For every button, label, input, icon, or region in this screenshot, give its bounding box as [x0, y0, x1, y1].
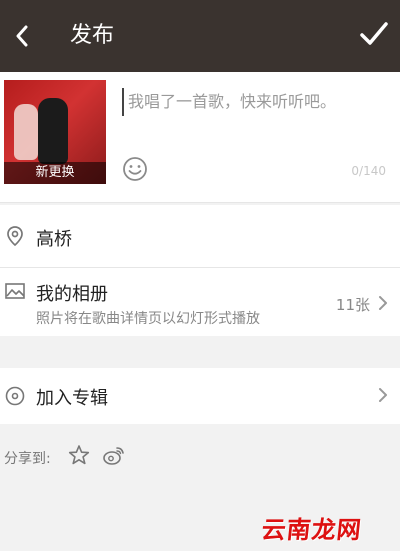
album-description: 照片将在歌曲详情页以幻灯形式播放: [36, 311, 260, 327]
join-album-label: 加入专辑: [36, 388, 108, 409]
watermark-logo: 云南龙网: [260, 515, 364, 544]
back-button[interactable]: [10, 22, 34, 50]
change-cover-button[interactable]: 新更换: [4, 162, 106, 184]
check-icon: [360, 22, 388, 45]
top-bar: 发布: [0, 0, 400, 72]
section-gap: [0, 336, 400, 368]
compose-area: 新更换 我唱了一首歌，快来听听吧。 0/140: [0, 72, 400, 203]
location-label: 高桥: [36, 229, 72, 250]
disc-icon: [5, 386, 25, 406]
chevron-right-icon: [379, 388, 387, 402]
image-icon: [5, 283, 25, 299]
album-row[interactable]: 我的相册 照片将在歌曲详情页以幻灯形式播放 11张: [0, 268, 400, 337]
location-row[interactable]: 高桥: [0, 205, 400, 268]
page-title: 发布: [70, 23, 115, 48]
cover-figure-left: [14, 104, 38, 160]
album-label: 我的相册: [36, 284, 108, 305]
album-count: 11张: [335, 296, 370, 314]
chevron-right-icon: [379, 296, 387, 310]
emoji-button[interactable]: [122, 156, 148, 182]
cover-figure-right: [38, 98, 68, 164]
star-icon[interactable]: [68, 444, 90, 466]
post-text-input[interactable]: 我唱了一首歌，快来听听吧。: [122, 88, 388, 116]
location-pin-icon: [7, 226, 23, 247]
chevron-left-icon: [16, 25, 28, 47]
publish-confirm-button[interactable]: [358, 18, 390, 50]
share-label: 分享到:: [4, 451, 51, 467]
weibo-icon[interactable]: [102, 444, 126, 466]
smiley-icon: [123, 157, 147, 181]
join-album-row[interactable]: 加入专辑: [0, 368, 400, 425]
song-cover[interactable]: 新更换: [4, 80, 106, 184]
char-counter: 0/140: [351, 164, 386, 178]
